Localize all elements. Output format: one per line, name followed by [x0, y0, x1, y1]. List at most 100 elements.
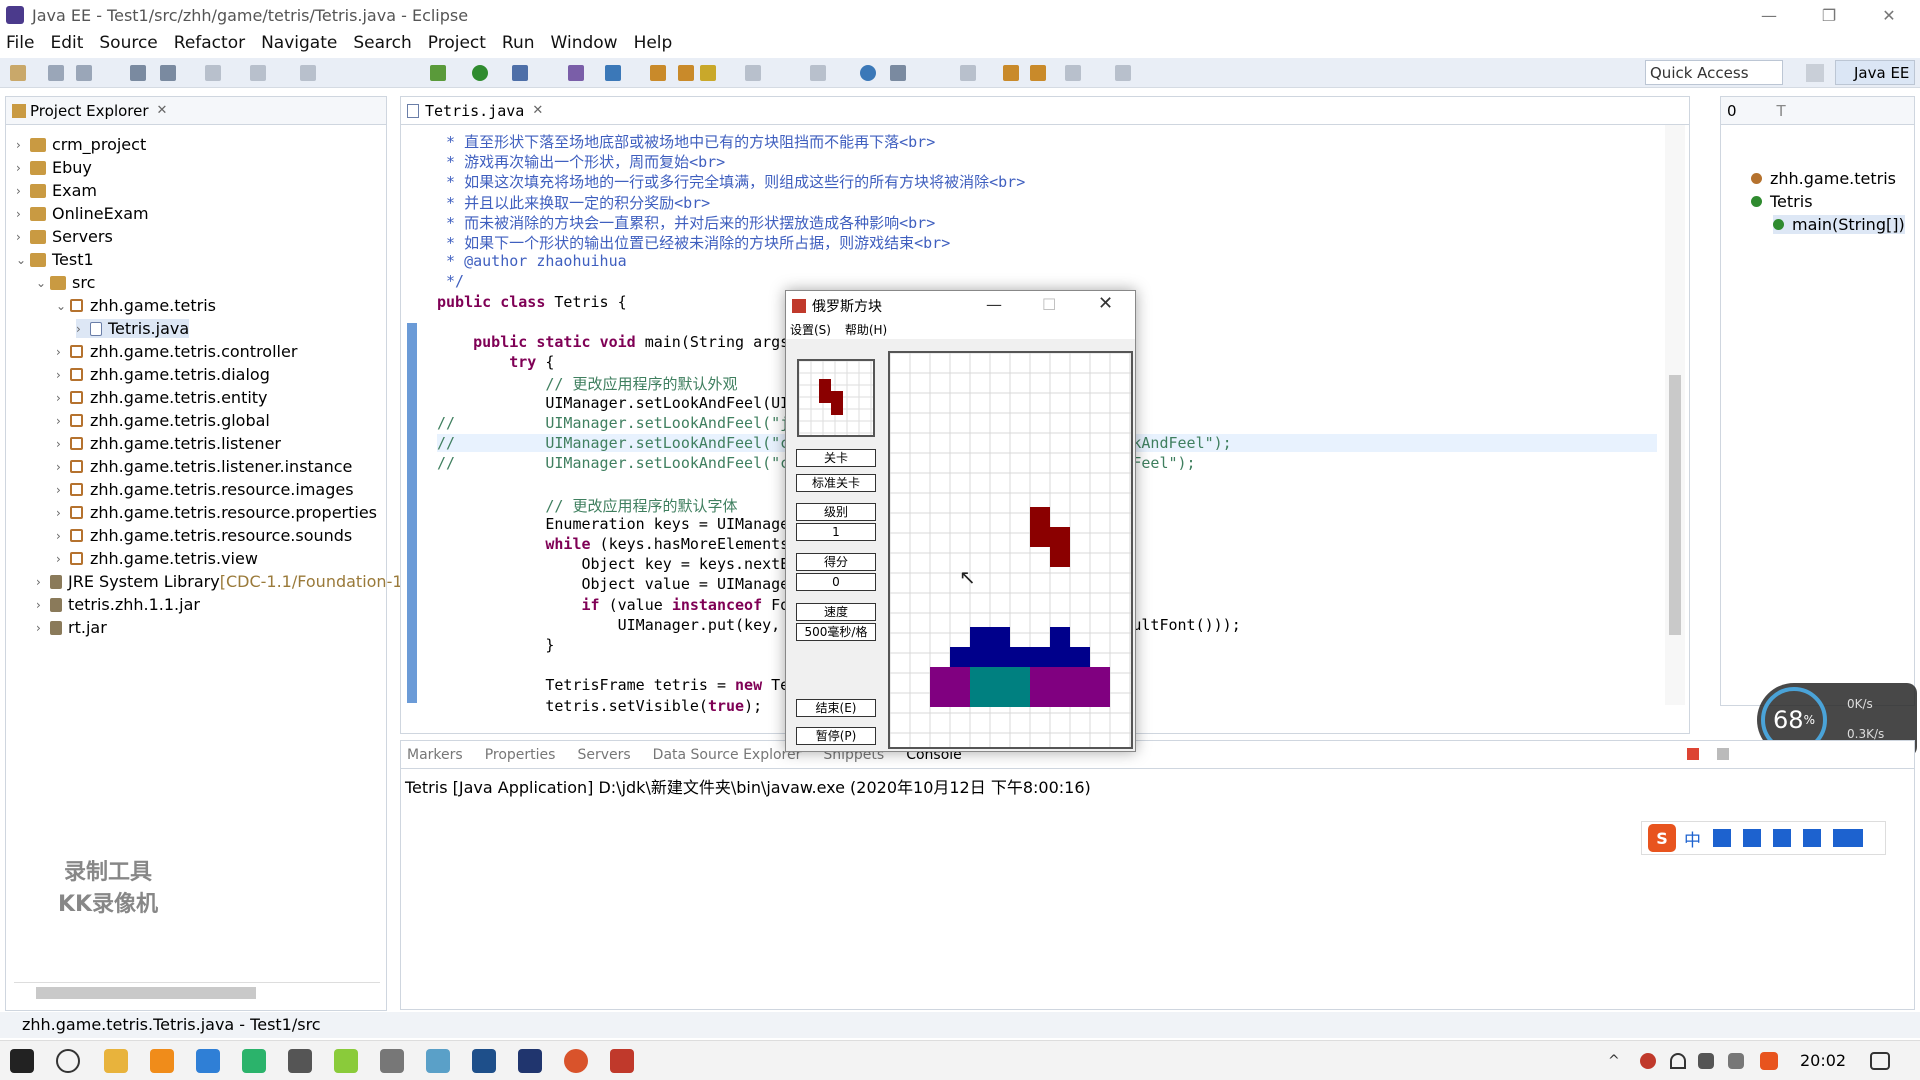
pause-button[interactable]: 暂停(P) — [796, 727, 876, 745]
back-icon[interactable] — [1003, 65, 1019, 81]
task-list-tab-label[interactable]: T — [1777, 102, 1786, 120]
tab-markers[interactable]: Markers — [407, 747, 463, 763]
menu-run[interactable]: Run — [502, 33, 535, 53]
expand-arrow-icon[interactable]: › — [56, 529, 70, 543]
expand-arrow-icon[interactable]: › — [56, 414, 70, 428]
tetris-menu-help[interactable]: 帮助(H) — [845, 323, 887, 337]
input-method-icon[interactable] — [1728, 1053, 1744, 1069]
tree-item[interactable]: › Exam — [16, 181, 97, 200]
run-icon[interactable] — [472, 65, 488, 81]
tree-item[interactable]: › crm_project — [16, 135, 146, 154]
wifi-icon[interactable] — [1670, 1053, 1686, 1069]
vertical-scrollbar[interactable] — [1665, 125, 1685, 705]
nav-icon[interactable] — [205, 65, 221, 81]
recorder-icon[interactable] — [564, 1049, 588, 1073]
maximize-button[interactable]: ❐ — [1800, 0, 1858, 30]
file-explorer-icon[interactable] — [104, 1049, 128, 1073]
tree-item[interactable]: › zhh.game.tetris.resource.properties — [56, 503, 377, 522]
tree-item[interactable]: ⌄ zhh.game.tetris — [56, 296, 216, 315]
pin-icon[interactable] — [960, 65, 976, 81]
tree-item[interactable]: › rt.jar — [36, 618, 107, 637]
menu-navigate[interactable]: Navigate — [261, 33, 337, 53]
app-icon-blue[interactable] — [426, 1049, 450, 1073]
tree-item[interactable]: › zhh.game.tetris.listener — [56, 434, 281, 453]
tree-item[interactable]: › zhh.game.tetris.global — [56, 411, 270, 430]
menu-refactor[interactable]: Refactor — [174, 33, 245, 53]
windows-start-icon[interactable] — [10, 1049, 34, 1073]
app-icon-navy[interactable] — [472, 1049, 496, 1073]
expand-arrow-icon[interactable]: › — [16, 207, 30, 221]
search-tool-icon[interactable] — [700, 65, 716, 81]
tree-item[interactable]: ⌄ src — [36, 273, 95, 292]
tree-item[interactable]: › zhh.game.tetris.resource.sounds — [56, 526, 352, 545]
game-board[interactable] — [888, 351, 1133, 749]
sogou-tray-icon[interactable] — [1760, 1052, 1778, 1070]
open-perspective-icon[interactable] — [1806, 64, 1824, 82]
tree-item[interactable]: › zhh.game.tetris.view — [56, 549, 258, 568]
expand-arrow-icon[interactable]: ⌄ — [36, 276, 50, 290]
debug-icon[interactable] — [430, 65, 446, 81]
clock[interactable]: 20:02 — [1800, 1051, 1846, 1070]
expand-arrow-icon[interactable]: › — [16, 184, 30, 198]
tree-item[interactable]: › zhh.game.tetris.controller — [56, 342, 297, 361]
menu-source[interactable]: Source — [99, 33, 157, 53]
minimize-button[interactable]: — — [1740, 0, 1798, 30]
expand-arrow-icon[interactable]: ⌄ — [56, 299, 70, 313]
perspective-java-ee[interactable]: Java EE — [1835, 60, 1915, 85]
tetris-maximize-button[interactable]: ☐ — [1042, 295, 1056, 314]
close-button[interactable]: ✕ — [1860, 0, 1918, 30]
expand-arrow-icon[interactable]: › — [36, 575, 50, 589]
horizontal-scrollbar[interactable] — [14, 982, 380, 1000]
outline-item[interactable]: main(String[]) — [1773, 215, 1905, 234]
expand-arrow-icon[interactable]: › — [56, 460, 70, 474]
web-icon[interactable] — [605, 65, 621, 81]
sync-icon[interactable] — [890, 65, 906, 81]
expand-arrow-icon[interactable]: › — [56, 368, 70, 382]
tetris-minimize-button[interactable]: — — [986, 295, 1002, 314]
save-icon[interactable] — [48, 65, 64, 81]
tree-item[interactable]: › Tetris.java — [76, 319, 190, 338]
step-icon[interactable] — [300, 65, 316, 81]
outline-tab[interactable]: 0 T — [1721, 97, 1914, 125]
tray-chevron-icon[interactable]: ^ — [1608, 1053, 1620, 1069]
forward-icon[interactable] — [1030, 65, 1046, 81]
chat-icon[interactable] — [242, 1049, 266, 1073]
tree-item[interactable]: › tetris.zhh.1.1.jar — [36, 595, 200, 614]
expand-arrow-icon[interactable]: › — [36, 598, 50, 612]
new-icon[interactable] — [10, 65, 26, 81]
toggle-icon[interactable] — [160, 65, 176, 81]
server-icon[interactable] — [568, 65, 584, 81]
expand-arrow-icon[interactable]: › — [36, 621, 50, 635]
tree-item[interactable]: › OnlineExam — [16, 204, 149, 223]
app-icon-grey[interactable] — [380, 1049, 404, 1073]
menu-help[interactable]: Help — [634, 33, 673, 53]
expand-arrow-icon[interactable]: ⌄ — [16, 253, 30, 267]
close-tab-icon[interactable]: ✕ — [157, 103, 168, 118]
level-button[interactable]: 关卡 — [796, 449, 876, 467]
menu-window[interactable]: Window — [551, 33, 618, 53]
tab-properties[interactable]: Properties — [485, 747, 556, 763]
outline-item[interactable]: Tetris — [1751, 192, 1813, 211]
next-icon[interactable] — [1065, 65, 1081, 81]
menu-file[interactable]: File — [6, 33, 34, 53]
expand-arrow-icon[interactable]: › — [16, 161, 30, 175]
tree-item[interactable]: › Servers — [16, 227, 113, 246]
editor-tab[interactable]: Tetris.java ✕ — [401, 97, 1689, 125]
volume-icon[interactable] — [1698, 1053, 1714, 1069]
app-icon-orange[interactable] — [150, 1049, 174, 1073]
annotation-icon[interactable] — [810, 65, 826, 81]
ime-tool-icons[interactable] — [1713, 829, 1863, 847]
terminate-icon[interactable] — [1687, 748, 1699, 760]
tree-item[interactable]: › zhh.game.tetris.resource.images — [56, 480, 354, 499]
tree-item[interactable]: › zhh.game.tetris.entity — [56, 388, 268, 407]
open-folder-icon[interactable] — [678, 65, 694, 81]
undo-icon[interactable] — [250, 65, 266, 81]
mark-icon[interactable] — [745, 65, 761, 81]
ime-mode[interactable]: 中 — [1684, 826, 1701, 851]
menu-edit[interactable]: Edit — [50, 33, 83, 53]
browser-icon[interactable] — [196, 1049, 220, 1073]
photoshop-icon[interactable] — [518, 1049, 542, 1073]
tree-item[interactable]: › Ebuy — [16, 158, 92, 177]
project-explorer-tab[interactable]: Project Explorer ✕ — [6, 97, 386, 125]
tray-app-icon[interactable] — [1640, 1053, 1656, 1069]
